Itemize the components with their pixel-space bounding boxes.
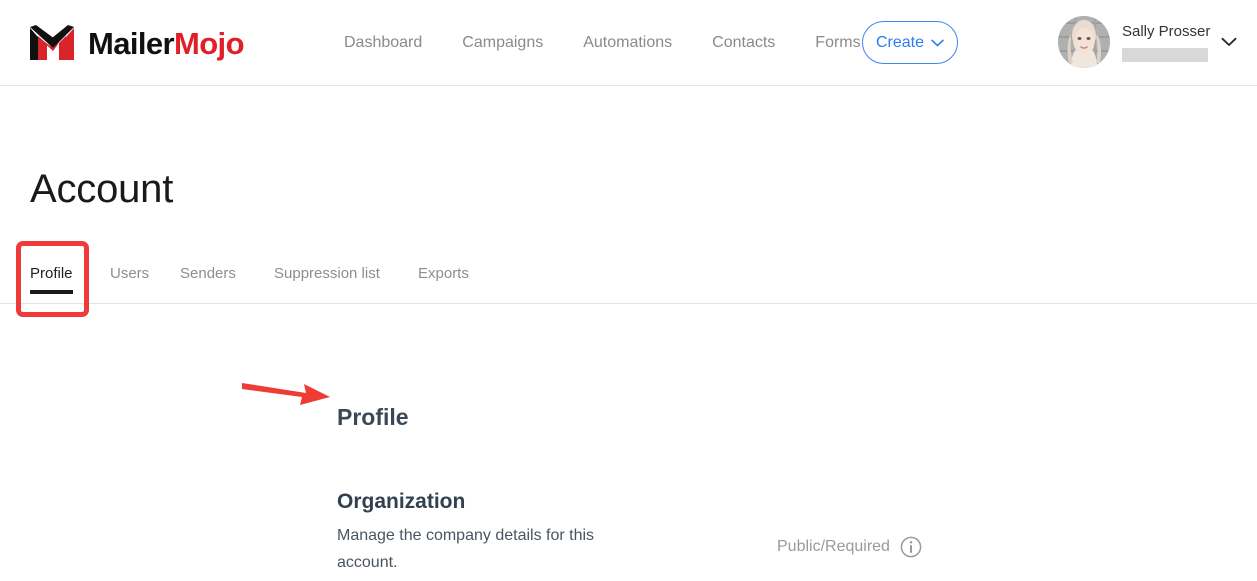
user-redacted-field [1122, 47, 1208, 62]
brand-logo[interactable]: MailerMojo [28, 17, 245, 69]
chevron-down-icon [931, 34, 944, 52]
organization-description: Manage the company details for this acco… [337, 527, 595, 571]
tab-exports[interactable]: Exports [418, 243, 469, 303]
user-name: Sally Prosser [1122, 22, 1211, 40]
visibility-label: Public/Required [777, 538, 890, 555]
nav-item-forms[interactable]: Forms [815, 30, 860, 56]
page-title: Account [30, 166, 174, 211]
nav-item-automations[interactable]: Automations [583, 30, 672, 56]
brand-name-second: Mojo [174, 25, 245, 61]
tab-active-underline [30, 290, 73, 294]
nav-item-dashboard[interactable]: Dashboard [344, 30, 422, 56]
visibility-indicator: Public/Required [777, 536, 922, 558]
nav-item-campaigns[interactable]: Campaigns [462, 30, 543, 56]
main-navigation: Dashboard Campaigns Automations Contacts… [344, 30, 861, 56]
tab-suppression-list[interactable]: Suppression list [274, 243, 380, 303]
account-tabs: Profile Users Senders Suppression list E… [0, 243, 1257, 304]
tab-users-label: Users [110, 265, 150, 282]
tab-profile-label: Profile [30, 265, 73, 282]
create-button-label: Create [875, 33, 925, 51]
annotation-arrow-icon [240, 376, 332, 410]
info-circle-icon[interactable] [900, 536, 922, 558]
tab-senders[interactable]: Senders [180, 243, 236, 303]
create-button[interactable]: Create [862, 21, 958, 64]
organization-title: Organization [337, 490, 466, 513]
user-details: Sally Prosser [1122, 16, 1210, 68]
tab-profile[interactable]: Profile [30, 243, 73, 303]
brand-name: MailerMojo [88, 25, 245, 61]
section-heading-profile: Profile [337, 404, 409, 431]
mailer-envelope-m-icon [28, 24, 78, 62]
nav-item-contacts[interactable]: Contacts [712, 30, 775, 56]
tab-suppression-list-label: Suppression list [274, 265, 380, 282]
tab-senders-label: Senders [180, 265, 236, 282]
tab-users[interactable]: Users [110, 243, 149, 303]
chevron-down-icon[interactable] [1221, 37, 1237, 47]
user-menu[interactable]: Sally Prosser [1058, 16, 1237, 68]
organization-block: Organization Manage the company details … [337, 487, 637, 576]
brand-name-first: Mailer [88, 25, 175, 61]
app-header: MailerMojo Dashboard Campaigns Automatio… [0, 0, 1257, 86]
tab-exports-label: Exports [418, 265, 469, 282]
avatar [1058, 16, 1110, 68]
